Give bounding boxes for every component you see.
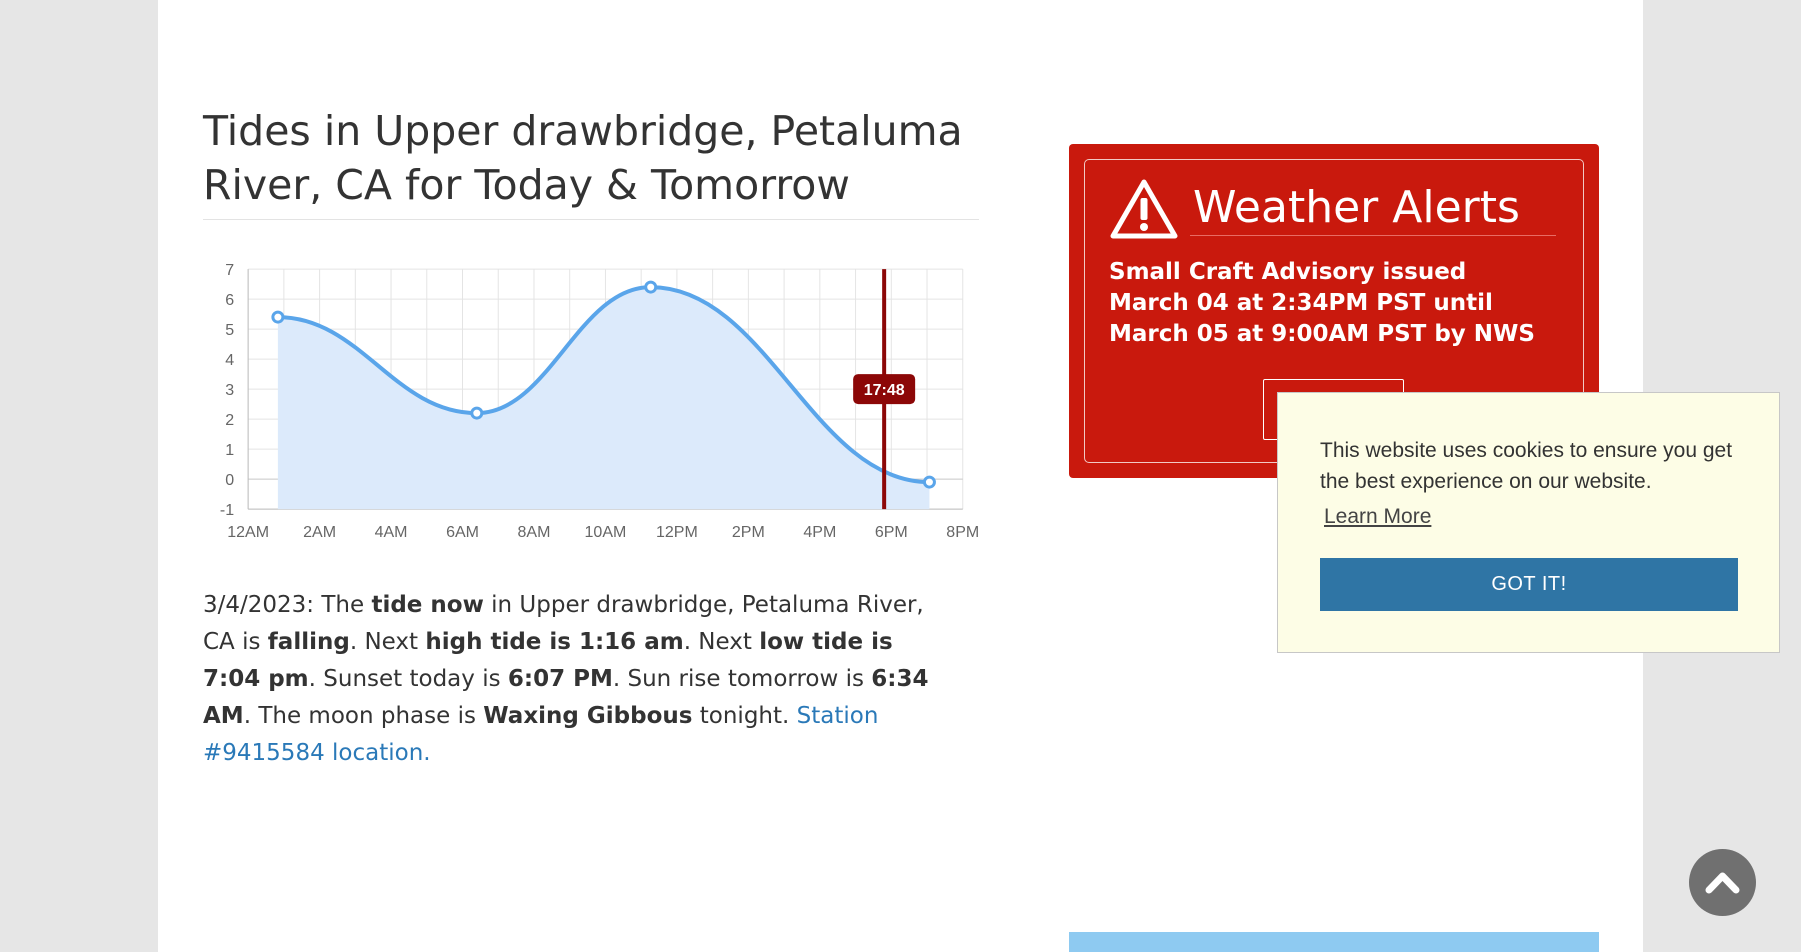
tide-state: falling <box>267 629 350 655</box>
cookie-message: This website uses cookies to ensure you … <box>1320 439 1733 493</box>
alert-divider <box>1190 235 1556 236</box>
x-tick-label: 6PM <box>875 524 908 540</box>
y-tick-label: 1 <box>225 442 234 459</box>
x-tick-label: 12AM <box>227 524 269 540</box>
page-title: Tides in Upper drawbridge, Petaluma Rive… <box>203 107 963 209</box>
y-tick-label: 5 <box>225 322 234 339</box>
tide-point <box>644 280 658 294</box>
chevron-up-icon <box>1705 872 1740 894</box>
tide-point <box>271 310 285 324</box>
x-tick-label: 6AM <box>446 524 479 540</box>
tide-chart-svg: 7 6 5 4 3 2 1 0 -1 12AM 2AM 4AM 6AM 8AM 10AM 12PM 2PM 4PM… <box>220 262 979 540</box>
x-tick-label: 8PM <box>946 524 979 540</box>
x-tick-label: 8AM <box>518 524 551 540</box>
y-tick-label: 2 <box>225 412 234 429</box>
next-high-tide: high tide is 1:16 am <box>425 629 684 655</box>
cookie-consent-banner: This website uses cookies to ensure you … <box>1277 392 1780 653</box>
y-tick-label: -1 <box>220 502 234 519</box>
sunset-time: 6:07 PM <box>507 666 613 692</box>
tide-chart: 7 6 5 4 3 2 1 0 -1 12AM 2AM 4AM 6AM 8AM 10AM 12PM 2PM 4PM… <box>200 240 990 540</box>
weather-alerts-heading: Weather Alerts <box>1193 182 1520 233</box>
warning-triangle-icon <box>1110 179 1178 239</box>
title-divider <box>203 219 979 220</box>
desc-text: . The moon phase is <box>243 703 484 729</box>
desc-text: 3/4/2023: The <box>203 592 372 618</box>
learn-more-link[interactable]: Learn More <box>1324 503 1431 531</box>
x-tick-label: 4PM <box>803 524 836 540</box>
desc-text: tonight. <box>692 703 797 729</box>
tide-description: 3/4/2023: The tide now in Upper drawbrid… <box>203 587 953 772</box>
x-tick-label: 10AM <box>585 524 627 540</box>
desc-text: . Sunset today is <box>308 666 508 692</box>
x-tick-label: 2PM <box>732 524 765 540</box>
current-time-label: 17:48 <box>864 382 905 399</box>
y-tick-label: 4 <box>225 352 234 369</box>
alert-message: Small Craft Advisory issued March 04 at … <box>1109 259 1535 347</box>
y-tick-label: 3 <box>225 382 234 399</box>
ad-banner <box>1069 932 1599 952</box>
tide-point <box>922 475 936 489</box>
desc-text: . Sun rise tomorrow is <box>612 666 872 692</box>
y-tick-label: 6 <box>225 292 234 309</box>
tide-now-label: tide now <box>371 592 484 618</box>
y-tick-label: 7 <box>225 262 234 279</box>
got-it-button[interactable]: GOT IT! <box>1320 558 1738 611</box>
y-tick-label: 0 <box>225 472 234 489</box>
desc-text: . Next <box>683 629 760 655</box>
scroll-to-top-button[interactable] <box>1689 849 1756 916</box>
x-tick-label: 4AM <box>375 524 408 540</box>
x-tick-label: 2AM <box>303 524 336 540</box>
tide-point <box>470 406 484 420</box>
desc-text: . Next <box>349 629 426 655</box>
x-tick-label: 12PM <box>656 524 698 540</box>
tide-area-fill <box>277 287 930 510</box>
moon-phase: Waxing Gibbous <box>483 703 693 729</box>
